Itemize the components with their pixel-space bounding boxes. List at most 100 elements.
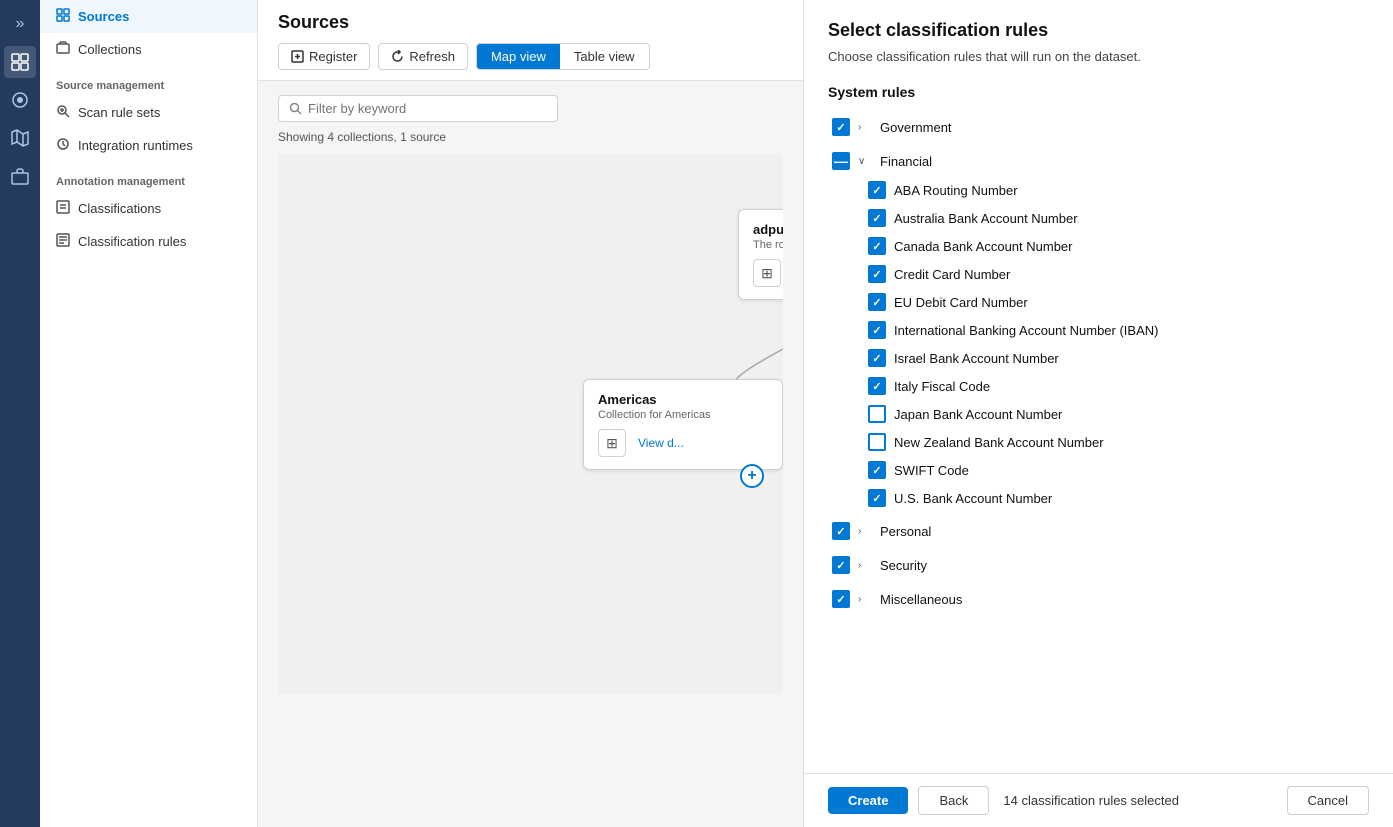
expand-icon[interactable]: » — [4, 8, 36, 40]
security-label: Security — [880, 558, 927, 573]
selected-count: 14 classification rules selected — [1003, 793, 1179, 808]
map-canvas: adpurvi The root c... ⊞ Americas Collect… — [278, 154, 783, 694]
register-button[interactable]: Register — [278, 43, 370, 70]
government-header[interactable]: ✓ › Government — [828, 112, 1369, 142]
italy-fiscal-checkbox[interactable]: ✓ — [868, 377, 886, 395]
sources-nav-icon[interactable] — [4, 46, 36, 78]
refresh-button[interactable]: Refresh — [378, 43, 468, 70]
sidebar-item-classification-rules[interactable]: Classification rules — [40, 225, 257, 258]
map-view-button[interactable]: Map view — [477, 44, 560, 69]
rule-japan-bank: Japan Bank Account Number — [828, 400, 1369, 428]
eu-debit-label: EU Debit Card Number — [894, 295, 1028, 310]
refresh-icon — [391, 50, 404, 63]
rule-group-miscellaneous: ✓ › Miscellaneous — [828, 584, 1369, 614]
aba-checkbox[interactable]: ✓ — [868, 181, 886, 199]
rule-aba: ✓ ABA Routing Number — [828, 176, 1369, 204]
collections-icon — [56, 41, 70, 58]
filter-icon — [289, 102, 302, 115]
classifications-label: Classifications — [78, 201, 161, 216]
rule-eu-debit: ✓ EU Debit Card Number — [828, 288, 1369, 316]
financial-chevron: ∨ — [858, 156, 872, 167]
purview-icon[interactable] — [4, 84, 36, 116]
map-icon[interactable] — [4, 122, 36, 154]
canada-bank-label: Canada Bank Account Number — [894, 239, 1073, 254]
rule-israel-bank: ✓ Israel Bank Account Number — [828, 344, 1369, 372]
create-button[interactable]: Create — [828, 787, 908, 814]
integration-runtimes-label: Integration runtimes — [78, 138, 193, 153]
japan-bank-label: Japan Bank Account Number — [894, 407, 1062, 422]
rule-us-bank: ✓ U.S. Bank Account Number — [828, 484, 1369, 512]
panel-title: Select classification rules — [828, 20, 1369, 41]
rule-canada-bank: ✓ Canada Bank Account Number — [828, 232, 1369, 260]
miscellaneous-header[interactable]: ✓ › Miscellaneous — [828, 584, 1369, 614]
right-panel: Select classification rules Choose class… — [803, 0, 1393, 827]
rule-credit-card: ✓ Credit Card Number — [828, 260, 1369, 288]
rule-group-financial: — ∨ Financial ✓ ABA Routing Number ✓ Aus… — [828, 146, 1369, 512]
us-bank-checkbox[interactable]: ✓ — [868, 489, 886, 507]
sidebar-item-classifications[interactable]: Classifications — [40, 192, 257, 225]
adpurvi-icons: ⊞ — [753, 259, 783, 287]
miscellaneous-checkbox[interactable]: ✓ — [832, 590, 850, 608]
personal-checkbox[interactable]: ✓ — [832, 522, 850, 540]
rule-group-security: ✓ › Security — [828, 550, 1369, 580]
annotation-mgmt-group: Annotation management — [40, 162, 257, 192]
table-view-button[interactable]: Table view — [560, 44, 649, 69]
canada-bank-checkbox[interactable]: ✓ — [868, 237, 886, 255]
rule-iban: ✓ International Banking Account Number (… — [828, 316, 1369, 344]
financial-checkbox[interactable]: — — [832, 152, 850, 170]
rule-group-personal: ✓ › Personal — [828, 516, 1369, 546]
eu-debit-checkbox[interactable]: ✓ — [868, 293, 886, 311]
cancel-button[interactable]: Cancel — [1287, 786, 1369, 815]
israel-bank-checkbox[interactable]: ✓ — [868, 349, 886, 367]
panel-footer: Create Back 14 classification rules sele… — [804, 773, 1393, 827]
americas-table-icon[interactable]: ⊞ — [598, 429, 626, 457]
adpurvi-title: adpurvi — [753, 222, 783, 237]
aba-label: ABA Routing Number — [894, 183, 1018, 198]
sources-label: Sources — [78, 9, 129, 24]
financial-header[interactable]: — ∨ Financial — [828, 146, 1369, 176]
filter-bar — [278, 95, 558, 122]
americas-card: Americas Collection for Americas ⊞ View … — [583, 379, 783, 470]
italy-fiscal-label: Italy Fiscal Code — [894, 379, 990, 394]
sources-icon — [56, 8, 70, 25]
americas-subtitle: Collection for Americas — [598, 409, 768, 421]
adpurvi-card: adpurvi The root c... ⊞ — [738, 209, 783, 300]
security-chevron: › — [858, 560, 872, 571]
system-rules-header: System rules — [828, 84, 1369, 100]
aus-bank-checkbox[interactable]: ✓ — [868, 209, 886, 227]
personal-header[interactable]: ✓ › Personal — [828, 516, 1369, 546]
main-area: Sources Register Refresh Map view Tab — [258, 0, 803, 827]
sidebar-item-scan-rule-sets[interactable]: Scan rule sets — [40, 96, 257, 129]
sidebar: Sources Collections Source management Sc… — [40, 0, 258, 827]
americas-footer: ⊞ View d... — [598, 429, 768, 457]
adpurvi-table-icon[interactable]: ⊞ — [753, 259, 781, 287]
security-header[interactable]: ✓ › Security — [828, 550, 1369, 580]
runtime-icon — [56, 137, 70, 154]
nz-bank-checkbox[interactable] — [868, 433, 886, 451]
briefcase-icon[interactable] — [4, 160, 36, 192]
toolbar: Register Refresh Map view Table view — [278, 43, 783, 80]
filter-input[interactable] — [308, 101, 547, 116]
register-icon — [291, 50, 304, 63]
rule-aus-bank: ✓ Australia Bank Account Number — [828, 204, 1369, 232]
showing-text: Showing 4 collections, 1 source — [278, 130, 783, 144]
rule-italy-fiscal: ✓ Italy Fiscal Code — [828, 372, 1369, 400]
sidebar-item-collections[interactable]: Collections — [40, 33, 257, 66]
miscellaneous-chevron: › — [858, 594, 872, 605]
americas-view-link[interactable]: View d... — [638, 436, 684, 450]
security-checkbox[interactable]: ✓ — [832, 556, 850, 574]
swift-checkbox[interactable]: ✓ — [868, 461, 886, 479]
japan-bank-checkbox[interactable] — [868, 405, 886, 423]
iban-checkbox[interactable]: ✓ — [868, 321, 886, 339]
classification-rules-label: Classification rules — [78, 234, 186, 249]
government-checkbox[interactable]: ✓ — [832, 118, 850, 136]
scan-icon — [56, 104, 70, 121]
credit-card-checkbox[interactable]: ✓ — [868, 265, 886, 283]
sidebar-item-sources[interactable]: Sources — [40, 0, 257, 33]
sidebar-item-integration-runtimes[interactable]: Integration runtimes — [40, 129, 257, 162]
rule-group-government: ✓ › Government — [828, 112, 1369, 142]
government-label: Government — [880, 120, 952, 135]
add-collection-button[interactable]: + — [740, 464, 764, 488]
back-button[interactable]: Back — [918, 786, 989, 815]
classifications-icon — [56, 200, 70, 217]
